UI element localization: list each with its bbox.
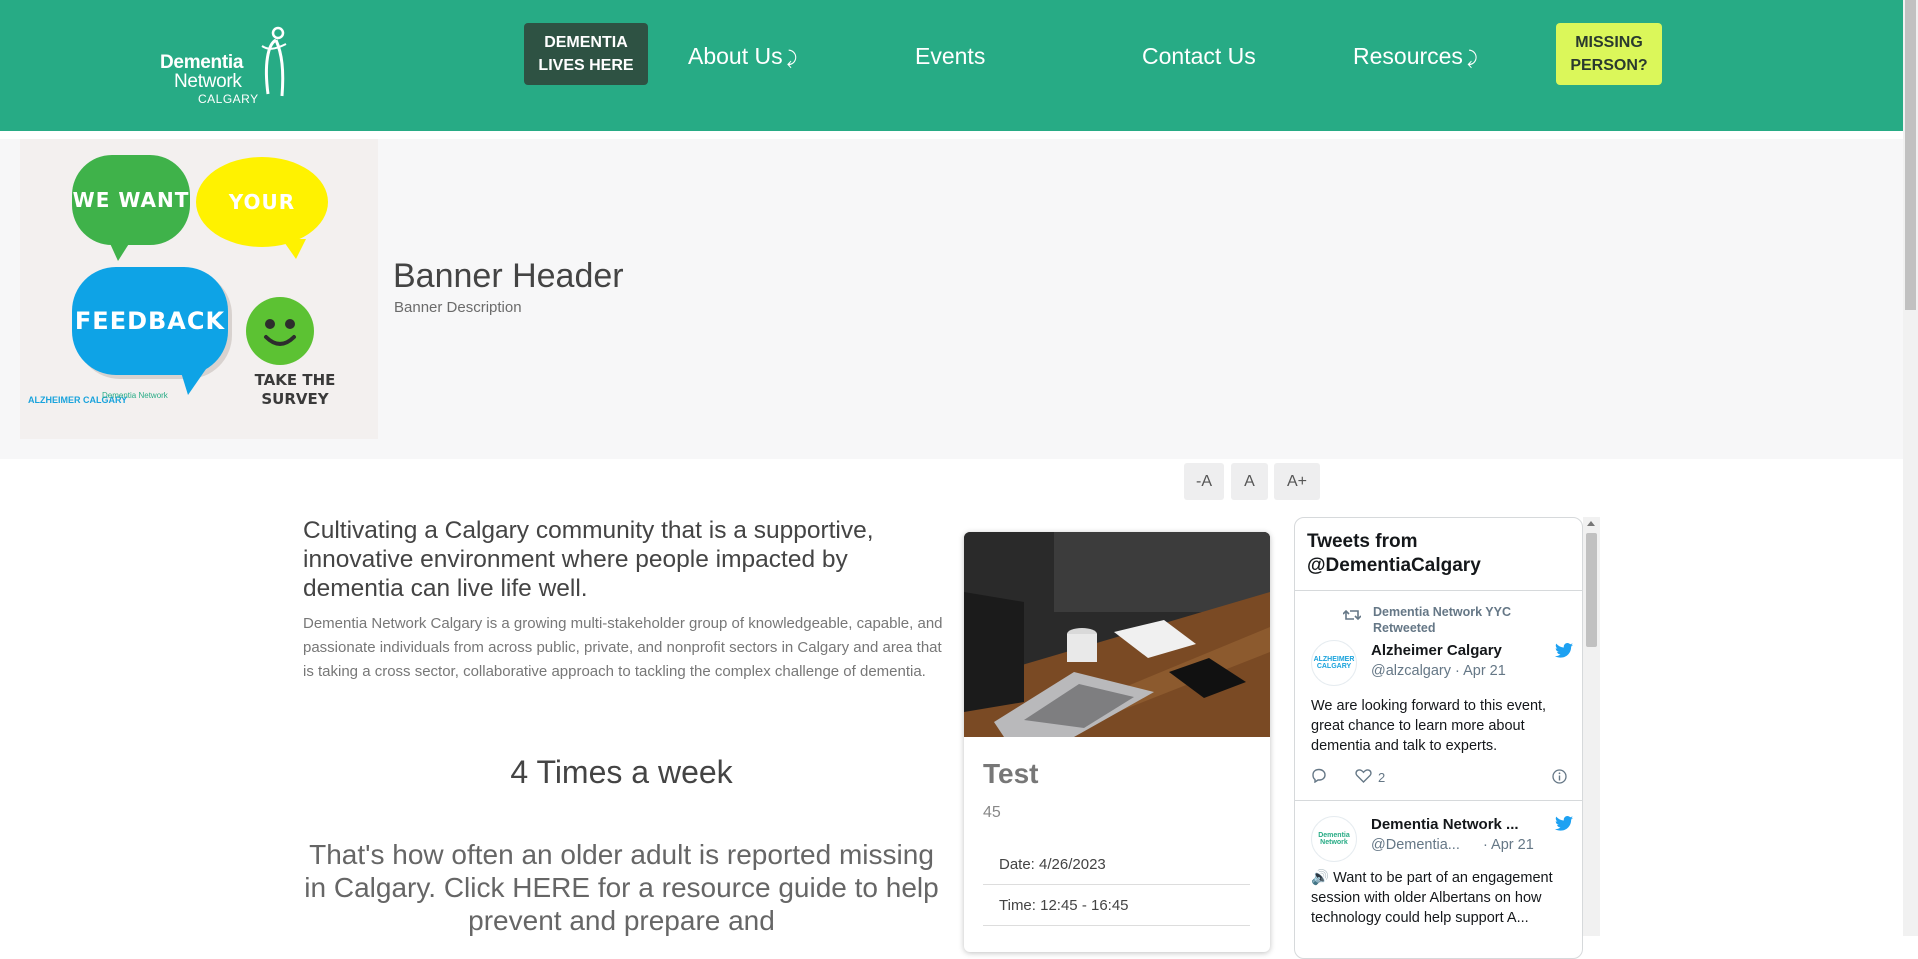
- event-subtitle: 45: [983, 804, 1001, 821]
- banner-title: Banner Header: [393, 257, 624, 295]
- bubble-tail: [108, 239, 132, 261]
- page-scrollbar[interactable]: [1903, 0, 1918, 936]
- chevron-down-icon: ⤸: [786, 48, 798, 68]
- mission-statement: Cultivating a Calgary community that is …: [303, 517, 874, 602]
- dementia-network-logo[interactable]: Dementia Network CALGARY: [158, 24, 288, 108]
- stat-heading: 4 Times a week: [510, 754, 733, 790]
- reply-icon[interactable]: [1311, 768, 1327, 783]
- tweet-text: 🔊 Want to be part of an engagement sessi…: [1311, 870, 1553, 926]
- take-the-survey-text: TAKE THE SURVEY: [254, 371, 336, 408]
- banner: WE WANT YOUR FEEDBACK TAKE THE SURVEY AL…: [0, 139, 1903, 459]
- bubble-tail: [180, 369, 206, 395]
- nav-about-us[interactable]: About Us ⤸: [688, 43, 797, 70]
- nav-contact-us[interactable]: Contact Us: [1142, 43, 1256, 70]
- logo-text-calgary: CALGARY: [198, 92, 259, 106]
- chevron-down-icon: ⤸: [1466, 48, 1478, 68]
- font-decrease-button[interactable]: -A: [1184, 463, 1224, 500]
- speech-bubble-your: YOUR: [196, 157, 328, 247]
- divider: [1295, 590, 1582, 591]
- divider: [1295, 800, 1582, 801]
- twitter-bird-icon[interactable]: [1555, 643, 1573, 658]
- logo-figure-icon: [261, 26, 287, 97]
- dementia-lives-here-label: DEMENTIA LIVES HERE: [538, 34, 634, 74]
- twitter-bird-icon[interactable]: [1555, 816, 1573, 831]
- nav-contact-us-label: Contact Us: [1142, 43, 1256, 69]
- info-icon[interactable]: [1552, 769, 1567, 784]
- tweet-author-name[interactable]: Dementia Network ...: [1371, 816, 1519, 833]
- retweet-icon: [1343, 609, 1361, 621]
- like-count: 2: [1378, 770, 1386, 785]
- tweet-text: We are looking forward to this event, gr…: [1311, 698, 1547, 754]
- nav-events-label: Events: [915, 43, 986, 69]
- twitter-widget-scrollbar[interactable]: [1583, 517, 1600, 936]
- dementia-lives-here-button[interactable]: DEMENTIA LIVES HERE: [524, 23, 648, 85]
- font-reset-button[interactable]: A: [1231, 463, 1268, 500]
- nav-about-us-label: About Us: [688, 43, 783, 69]
- nav-events[interactable]: Events: [915, 43, 985, 70]
- font-increase-button[interactable]: A+: [1274, 463, 1320, 500]
- page-scrollbar-thumb[interactable]: [1905, 0, 1916, 310]
- scrollbar-thumb[interactable]: [1586, 533, 1597, 647]
- heart-icon[interactable]: [1355, 769, 1372, 783]
- smiley-face-icon: [246, 297, 314, 365]
- retweeted-by[interactable]: Dementia Network YYC Retweeted: [1373, 604, 1511, 636]
- site-header: Dementia Network CALGARY DEMENTIA LIVES …: [0, 0, 1903, 131]
- survey-banner-image[interactable]: WE WANT YOUR FEEDBACK TAKE THE SURVEY AL…: [20, 139, 378, 439]
- twitter-timeline-widget[interactable]: Tweets from @DementiaCalgary Dementia Ne…: [1294, 517, 1583, 959]
- event-title: Test: [983, 758, 1039, 789]
- scroll-up-arrow-icon[interactable]: [1587, 521, 1595, 526]
- tweet-author-handle[interactable]: @Dementia...: [1371, 837, 1460, 853]
- about-paragraph: Dementia Network Calgary is a growing mu…: [303, 615, 943, 680]
- event-card[interactable]: Test 45 Date: 4/26/2023 Time: 12:45 - 16…: [964, 532, 1270, 952]
- missing-person-label: MISSING PERSON?: [1570, 34, 1648, 74]
- tweet-author-handle[interactable]: @alzcalgary · Apr 21: [1371, 663, 1506, 679]
- nav-resources[interactable]: Resources ⤸: [1353, 43, 1478, 70]
- event-date: Date: 4/26/2023: [983, 844, 1250, 885]
- alzheimer-avatar-logo-icon: ALZHEIMER CALGARY: [1313, 656, 1355, 670]
- missing-resource-link-text[interactable]: That's how often an older adult is repor…: [303, 838, 940, 937]
- logo-text-network: Network: [174, 71, 242, 92]
- avatar[interactable]: Dementia Network: [1311, 816, 1357, 862]
- missing-person-button[interactable]: MISSING PERSON?: [1556, 23, 1662, 85]
- bubble-tail: [282, 239, 306, 259]
- event-image-laptop-desk: [964, 532, 1270, 737]
- dementia-network-avatar-logo-icon: Dementia Network: [1318, 832, 1350, 846]
- banner-description: Banner Description: [394, 299, 522, 316]
- speech-bubble-we-want: WE WANT: [72, 155, 190, 245]
- dementia-network-small-logo: Dementia Network: [102, 391, 168, 400]
- speech-bubble-feedback: FEEDBACK: [72, 267, 228, 375]
- twitter-widget-heading[interactable]: Tweets from @DementiaCalgary: [1307, 530, 1481, 578]
- event-time: Time: 12:45 - 16:45: [983, 885, 1250, 926]
- tweet-author-name[interactable]: Alzheimer Calgary: [1371, 642, 1502, 659]
- nav-resources-label: Resources: [1353, 43, 1463, 69]
- tweet-date[interactable]: · Apr 21: [1483, 837, 1534, 853]
- avatar[interactable]: ALZHEIMER CALGARY: [1311, 640, 1357, 686]
